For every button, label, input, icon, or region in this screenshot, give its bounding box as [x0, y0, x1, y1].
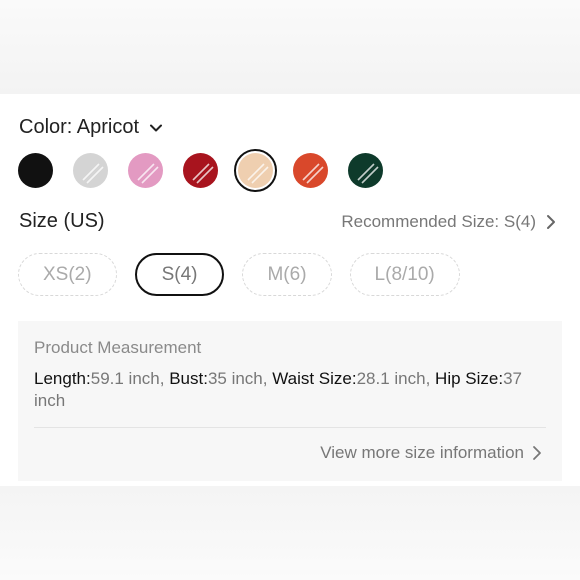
size-option-label: L(8/10)	[374, 263, 435, 285]
satin-stripes	[302, 163, 324, 184]
size-option-label: S(4)	[161, 263, 198, 285]
swatch-black[interactable]	[18, 153, 53, 188]
color-label: Color: Apricot	[19, 116, 140, 138]
swatch-pink[interactable]	[128, 153, 163, 188]
satin-stripes	[192, 163, 214, 184]
hip-key: Hip Size:	[435, 369, 504, 388]
chevron-right-icon	[533, 446, 541, 460]
measurement-title: Product Measurement	[34, 338, 202, 357]
image-area-bottom	[0, 486, 580, 580]
waist-value: 28.1 inch,	[356, 369, 436, 388]
length-key: Length:	[34, 369, 91, 388]
product-measurement-box: Product Measurement Length:59.1 inch, Bu…	[18, 321, 562, 481]
view-more-size-info-link[interactable]: View more size information	[320, 443, 542, 463]
size-options: XS(2) S(4) M(6) L(8/10)	[18, 253, 460, 296]
size-option-label: M(6)	[267, 263, 307, 285]
swatch-green[interactable]	[348, 153, 383, 188]
size-option-l[interactable]: L(8/10)	[349, 253, 460, 296]
size-option-xs[interactable]: XS(2)	[18, 253, 117, 296]
bust-value: 35 inch,	[207, 369, 273, 388]
view-more-label: View more size information	[320, 443, 524, 462]
size-option-m[interactable]: M(6)	[242, 253, 332, 296]
size-option-s[interactable]: S(4)	[134, 253, 225, 296]
chevron-right-icon	[547, 215, 555, 229]
waist-key: Waist Size:	[272, 369, 357, 388]
swatch-grey[interactable]	[73, 153, 108, 188]
recommended-size-label: Recommended Size: S(4)	[341, 212, 536, 231]
size-option-label: XS(2)	[43, 263, 92, 285]
length-value: 59.1 inch,	[90, 369, 170, 388]
swatch-apricot[interactable]	[234, 149, 277, 192]
recommended-size-link[interactable]: Recommended Size: S(4)	[341, 212, 556, 232]
bust-key: Bust:	[169, 369, 208, 388]
satin-stripes	[357, 163, 379, 184]
image-area-top	[0, 0, 580, 94]
swatch-red[interactable]	[183, 153, 218, 188]
divider	[34, 427, 546, 428]
swatch-orange[interactable]	[293, 153, 328, 188]
color-selector[interactable]: Color: Apricot	[19, 116, 163, 139]
satin-stripes	[82, 163, 104, 184]
size-title: Size (US)	[19, 210, 105, 232]
color-swatches	[18, 149, 383, 192]
chevron-down-icon	[150, 124, 163, 131]
satin-stripes	[247, 163, 269, 184]
satin-stripes	[137, 163, 159, 184]
measurement-text: Length:59.1 inch, Bust:35 inch, Waist Si…	[34, 368, 544, 412]
